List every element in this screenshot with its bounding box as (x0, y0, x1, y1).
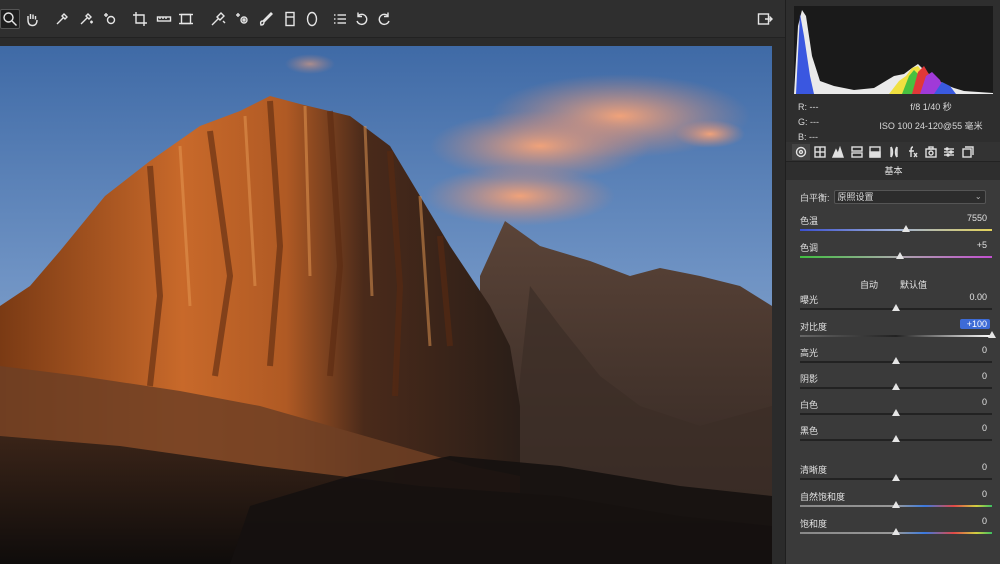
basic-section: 白平衡: 原照设置 ⌄ 色温 7550 色调 +5 自动 默认值 曝光 0.00… (786, 180, 1000, 564)
contrast-slider[interactable]: 对比度 +100 (798, 319, 996, 346)
highlights-label: 高光 (800, 348, 819, 358)
saturation-label: 饱和度 (800, 519, 828, 529)
temp-slider[interactable]: 色温 7550 (798, 213, 994, 240)
iso-lens: ISO 100 24-120@55 毫米 (879, 121, 983, 131)
exposure-slider[interactable]: 曝光 0.00 (798, 292, 994, 319)
temp-value[interactable]: 7550 (960, 213, 990, 223)
presets-tab-icon[interactable] (940, 144, 958, 160)
camera-calibration-tab-icon[interactable] (922, 144, 940, 160)
tint-thumb[interactable] (895, 252, 904, 259)
contrast-track[interactable] (800, 335, 992, 337)
adjustment-brush-icon[interactable] (256, 9, 276, 29)
adjustment-panel: R: --- G: --- B: --- f/8 1/40 秒 ISO 100 … (785, 0, 1000, 564)
tint-value[interactable]: +5 (960, 240, 990, 250)
color-sampler-icon[interactable] (76, 9, 96, 29)
tone-curve-tab-icon[interactable] (811, 144, 829, 160)
clarity-label: 清晰度 (800, 465, 828, 475)
whites-label: 白色 (800, 400, 819, 410)
section-title: 基本 (884, 166, 903, 176)
white-balance-value: 原照设置 (837, 192, 874, 202)
highlights-slider[interactable]: 高光 0 (798, 345, 994, 372)
whites-thumb[interactable] (892, 409, 900, 416)
shadows-thumb[interactable] (892, 383, 900, 390)
camera-raw-window: R: --- G: --- B: --- f/8 1/40 秒 ISO 100 … (0, 0, 1000, 564)
auto-default-links: 自动 默认值 (786, 278, 1000, 291)
zoom-tool-icon[interactable] (0, 9, 20, 29)
vibrance-thumb[interactable] (892, 501, 900, 508)
contrast-thumb[interactable] (988, 331, 996, 338)
shadows-slider[interactable]: 阴影 0 (798, 371, 994, 398)
highlights-value[interactable]: 0 (960, 345, 990, 355)
export-icon[interactable] (755, 9, 775, 29)
exposure-label: 曝光 (800, 295, 819, 305)
whites-value[interactable]: 0 (960, 397, 990, 407)
saturation-slider[interactable]: 饱和度 0 (798, 516, 994, 543)
contrast-label: 对比度 (800, 322, 828, 332)
straighten-icon[interactable] (154, 9, 174, 29)
temp-track[interactable] (800, 229, 992, 231)
exposure-value[interactable]: 0.00 (960, 292, 990, 302)
graduated-filter-icon[interactable] (280, 9, 300, 29)
rgb-readout: R: --- G: --- B: --- (798, 100, 819, 145)
r-value: R: --- (798, 102, 819, 112)
clarity-thumb[interactable] (892, 474, 900, 481)
tint-slider[interactable]: 色调 +5 (798, 240, 994, 267)
white-balance-select[interactable]: 原照设置 ⌄ (833, 190, 986, 204)
clarity-slider[interactable]: 清晰度 0 (798, 462, 994, 489)
red-eye-icon[interactable] (232, 9, 252, 29)
targeted-adjustment-icon[interactable] (100, 9, 120, 29)
split-toning-tab-icon[interactable] (866, 144, 884, 160)
histogram (794, 6, 993, 94)
vibrance-slider[interactable]: 自然饱和度 0 (798, 489, 994, 516)
default-link[interactable]: 默认值 (900, 278, 927, 291)
auto-link[interactable]: 自动 (860, 278, 878, 291)
blacks-value[interactable]: 0 (960, 423, 990, 433)
lens-corrections-tab-icon[interactable] (885, 144, 903, 160)
temp-thumb[interactable] (901, 225, 910, 232)
eyedropper-icon[interactable] (52, 9, 72, 29)
highlights-thumb[interactable] (892, 357, 900, 364)
hand-tool-icon[interactable] (22, 9, 42, 29)
snapshots-tab-icon[interactable] (959, 144, 977, 160)
temp-label: 色温 (800, 216, 819, 226)
clarity-value[interactable]: 0 (960, 462, 990, 472)
white-balance-label: 白平衡: (800, 192, 830, 203)
saturation-value[interactable]: 0 (960, 516, 990, 526)
vibrance-label: 自然饱和度 (800, 492, 846, 502)
whites-slider[interactable]: 白色 0 (798, 397, 994, 424)
blacks-label: 黑色 (800, 426, 819, 436)
shadows-value[interactable]: 0 (960, 371, 990, 381)
chevron-down-icon: ⌄ (974, 192, 982, 201)
photo-preview[interactable] (0, 46, 772, 564)
aperture-shutter: f/8 1/40 秒 (910, 102, 952, 112)
rotate-cw-icon[interactable] (374, 9, 394, 29)
panel-tabs (786, 142, 1000, 162)
exposure-thumb[interactable] (892, 304, 900, 311)
white-balance-row: 白平衡: 原照设置 ⌄ (800, 190, 986, 204)
g-value: G: --- (798, 117, 819, 127)
spot-removal-icon[interactable] (208, 9, 228, 29)
tint-label: 色调 (800, 243, 819, 253)
canvas-area[interactable] (0, 38, 785, 564)
toolbar (0, 0, 785, 38)
crop-icon[interactable] (130, 9, 150, 29)
hsl-tab-icon[interactable] (848, 144, 866, 160)
blacks-slider[interactable]: 黑色 0 (798, 423, 994, 450)
saturation-thumb[interactable] (892, 528, 900, 535)
basic-tab-icon[interactable] (792, 143, 810, 160)
radial-filter-icon[interactable] (302, 9, 322, 29)
shadows-label: 阴影 (800, 374, 819, 384)
exif-readout: f/8 1/40 秒 ISO 100 24-120@55 毫米 (872, 100, 990, 134)
vibrance-value[interactable]: 0 (960, 489, 990, 499)
contrast-value[interactable]: +100 (960, 319, 990, 329)
transform-icon[interactable] (176, 9, 196, 29)
preferences-icon[interactable] (330, 9, 350, 29)
rotate-ccw-icon[interactable] (352, 9, 372, 29)
effects-tab-icon[interactable] (903, 144, 921, 160)
detail-tab-icon[interactable] (829, 144, 847, 160)
blacks-thumb[interactable] (892, 435, 900, 442)
